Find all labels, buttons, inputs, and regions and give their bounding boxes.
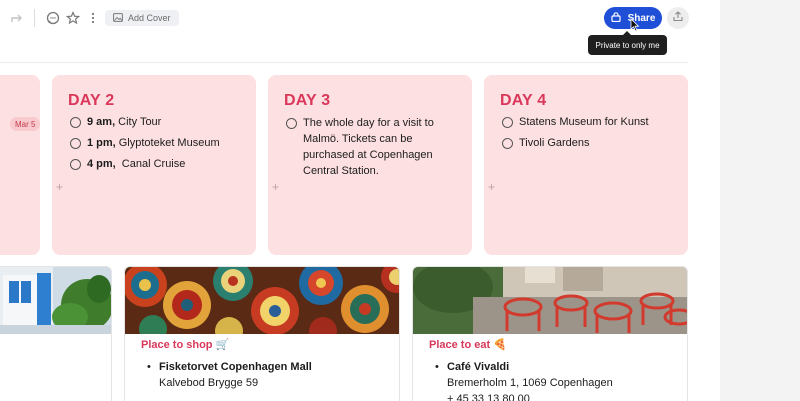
day-card-3[interactable]: DAY 3 The whole day for a visit to Malmö…	[268, 75, 472, 255]
day-title: DAY 3	[284, 92, 331, 109]
bullet: •	[435, 361, 439, 373]
task-text: City Tour	[118, 116, 162, 128]
redo-icon[interactable]	[8, 9, 26, 27]
right-gutter	[720, 0, 800, 401]
place-phone: + 45 33 13 80 00	[447, 393, 530, 401]
day-title: DAY 4	[500, 92, 547, 109]
place-address: Kalvebod Brygge 59	[159, 377, 259, 389]
place-photo	[125, 267, 399, 334]
checkbox-icon[interactable]	[70, 117, 81, 128]
place-name: Fisketorvet Copenhagen Mall	[159, 361, 312, 373]
task-text-line: Central Station.	[303, 165, 379, 177]
task-text: The whole day for a visit to Malmö. Tick…	[303, 115, 434, 179]
place-card-shop[interactable]: Place to shop 🛒 • Fisketorvet Copenhagen…	[124, 266, 400, 401]
task-text: Glyptoteket Museum	[118, 137, 220, 149]
checkbox-icon[interactable]	[502, 117, 513, 128]
header-divider	[0, 62, 688, 63]
day-card-2[interactable]: DAY 2 9 am, City Tour 1 pm, Glyptoteket …	[52, 75, 256, 255]
upload-icon	[673, 9, 683, 27]
place-address: Bremerholm 1, 1069 Copenhagen	[447, 377, 613, 389]
toolbar: Add Cover Share	[0, 0, 720, 36]
task-text-line: Malmö. Tickets can be	[303, 133, 413, 145]
image-icon	[113, 12, 123, 24]
checkbox-icon[interactable]	[70, 138, 81, 149]
checkbox-icon[interactable]	[502, 138, 513, 149]
toolbar-separator	[34, 9, 35, 27]
day-card-partial[interactable]	[0, 75, 40, 255]
task-time: 1 pm,	[87, 137, 116, 149]
place-title: Place to shop 🛒	[141, 339, 230, 351]
place-photo	[413, 267, 687, 334]
task-text: Canal Cruise	[118, 158, 186, 170]
more-options-icon[interactable]	[84, 9, 102, 27]
task-item[interactable]: 4 pm, Canal Cruise	[70, 158, 185, 170]
task-item[interactable]: 9 am, City Tour	[70, 116, 161, 128]
task-item[interactable]: 1 pm, Glyptoteket Museum	[70, 137, 220, 149]
place-card-eat[interactable]: Place to eat 🍕 • Café Vivaldi Bremerholm…	[412, 266, 688, 401]
day-title: DAY 2	[68, 92, 115, 109]
place-name: Café Vivaldi	[447, 361, 510, 373]
add-cover-button[interactable]: Add Cover	[105, 10, 179, 26]
task-item[interactable]: Tivoli Gardens	[502, 137, 590, 149]
export-button[interactable]	[667, 7, 689, 29]
bullet: •	[147, 361, 151, 373]
date-chip[interactable]: Mar 5	[10, 117, 41, 131]
add-cover-label: Add Cover	[128, 13, 171, 23]
lock-icon	[610, 11, 621, 25]
add-task-icon[interactable]: +	[488, 180, 495, 194]
checkbox-icon[interactable]	[286, 118, 297, 129]
comment-icon[interactable]	[44, 9, 62, 27]
place-photo	[0, 267, 111, 334]
day-card-4[interactable]: DAY 4 Statens Museum for Kunst Tivoli Ga…	[484, 75, 688, 255]
place-card-partial[interactable]	[0, 266, 112, 401]
add-task-icon[interactable]: +	[272, 180, 279, 194]
task-time: 9 am,	[87, 116, 116, 128]
task-time: 4 pm,	[87, 158, 116, 170]
share-tooltip: Private to only me	[588, 31, 667, 55]
task-text: Statens Museum for Kunst	[519, 116, 649, 128]
place-title: Place to eat 🍕	[429, 339, 507, 351]
task-item[interactable]: Statens Museum for Kunst	[502, 116, 649, 128]
task-item[interactable]: The whole day for a visit to Malmö. Tick…	[286, 117, 434, 179]
cursor-icon	[630, 18, 640, 32]
task-text: Tivoli Gardens	[519, 137, 590, 149]
task-text-line: The whole day for a visit to	[303, 117, 434, 129]
task-text-line: purchased at Copenhagen	[303, 149, 433, 161]
star-icon[interactable]	[64, 9, 82, 27]
add-task-icon[interactable]: +	[56, 180, 63, 194]
checkbox-icon[interactable]	[70, 159, 81, 170]
